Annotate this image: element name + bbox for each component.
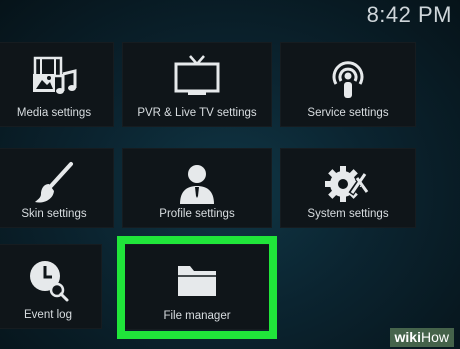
tile-label: Event log	[24, 309, 72, 321]
tile-event-log[interactable]: Event log	[0, 244, 102, 329]
tile-profile-settings[interactable]: Profile settings	[122, 148, 272, 228]
tile-label: Media settings	[16, 107, 92, 119]
tile-label: Profile settings	[159, 208, 235, 220]
gears-icon	[321, 160, 375, 208]
tile-skin-settings[interactable]: Skin settings	[0, 148, 114, 228]
tile-service-settings[interactable]: Service settings	[280, 42, 416, 127]
tile-system-settings[interactable]: System settings	[280, 148, 416, 228]
media-icon	[27, 54, 81, 102]
tile-label: Service settings	[307, 107, 389, 119]
person-icon	[170, 160, 224, 208]
tile-label: PVR & Live TV settings	[137, 107, 257, 119]
tile-label: Skin settings	[21, 208, 87, 220]
tile-pvr-settings[interactable]: PVR & Live TV settings	[122, 42, 272, 127]
clock-search-icon	[21, 256, 75, 304]
broadcast-icon	[321, 54, 375, 102]
tile-media-settings[interactable]: Media settings	[0, 42, 114, 127]
highlight-box	[117, 236, 277, 339]
tv-icon	[170, 54, 224, 102]
clock-time: 8:42 PM	[366, 2, 452, 27]
wikihow-watermark: wikiHow	[389, 328, 454, 347]
watermark-how: How	[420, 329, 449, 345]
paintbrush-icon	[27, 160, 81, 208]
tile-label: System settings	[307, 208, 389, 220]
watermark-wiki: wiki	[394, 329, 421, 345]
